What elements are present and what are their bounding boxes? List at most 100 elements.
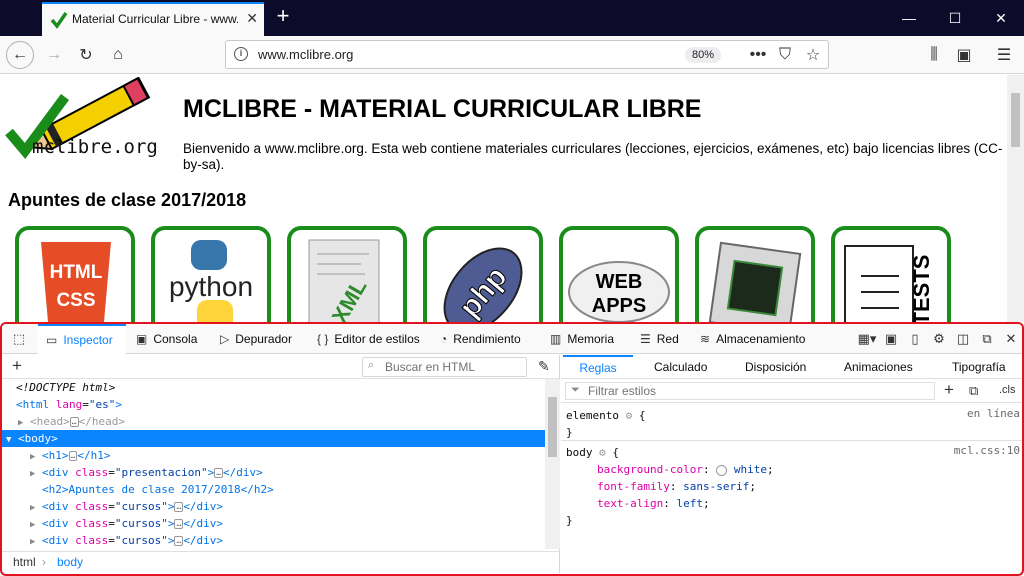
tab-inspector[interactable]: ▭ Inspector [38, 324, 126, 354]
course-xml[interactable]: XML [287, 226, 407, 322]
reload-icon[interactable]: ↻ [72, 41, 100, 69]
url-text: www.mclibre.org [258, 47, 354, 62]
tab-style-editor[interactable]: { } Editor de estilos [317, 324, 420, 354]
bookmark-star-icon[interactable]: ☆ [799, 41, 827, 69]
close-tab-icon[interactable]: ✕ [246, 10, 258, 27]
markup-line-doctype[interactable]: <!DOCTYPE html> [2, 379, 545, 396]
zoom-indicator[interactable]: 80% [685, 47, 721, 63]
svg-text:APPS: APPS [592, 295, 646, 317]
page-content: mclibre.org MCLIBRE - MATERIAL CURRICULA… [0, 75, 1024, 322]
checkmark-favicon-icon [50, 12, 68, 29]
declaration-font-family[interactable]: font-family: sans-serif; [566, 478, 756, 495]
eyedropper-icon[interactable]: ✎ [538, 358, 550, 375]
markup-line-div-cursos[interactable]: ▶ <div class="cursos">… </div> [2, 515, 545, 532]
search-icon: ⌕ [368, 359, 375, 371]
filter-styles-input[interactable]: Filtrar estilos [565, 382, 935, 400]
breadcrumb-html[interactable]: html [13, 552, 36, 572]
settings-gear-icon[interactable]: ⚙ [930, 330, 948, 348]
gauge-icon: ◔ [440, 332, 448, 346]
tab-fonts[interactable]: Tipografía [952, 355, 1006, 379]
pick-element-icon[interactable]: ⬚ [10, 330, 28, 348]
sidebar-tabs: Reglas Calculado Disposición Animaciones… [561, 355, 1022, 379]
sidebar-icon[interactable]: ▣ [950, 41, 978, 69]
page-scrollbar[interactable] [1007, 75, 1024, 322]
info-icon[interactable]: i [234, 47, 248, 61]
markup-scrollbar[interactable] [545, 379, 560, 549]
close-window-icon[interactable]: ✕ [978, 0, 1024, 36]
markup-line-html[interactable]: <html lang="es"> [2, 396, 545, 413]
markup-line-body[interactable]: ▼ <body> [2, 430, 545, 447]
forward-arrow-icon[interactable]: → [40, 41, 68, 69]
console-icon: ▣ [136, 332, 148, 346]
mclibre-logo: mclibre.org [5, 77, 158, 160]
rules-toolbar: Filtrar estilos ⏷ + ⧉ .cls [561, 379, 1022, 403]
undock-window-icon[interactable]: ⧉ [978, 330, 996, 348]
devtools-toolbar: ⬚ ▭ Inspector ▣ Consola ▷ Depurador { } Edit… [2, 324, 1022, 354]
browser-tab[interactable]: Material Curricular Libre - www.mclibre.… [42, 2, 264, 36]
tab-layout[interactable]: Disposición [745, 355, 806, 379]
rule-body-source[interactable]: mcl.css:10 [954, 444, 1020, 457]
tab-network[interactable]: ☰ Red [640, 324, 679, 354]
declaration-background-color[interactable]: background-color: white; [566, 461, 774, 478]
add-node-icon[interactable]: + [12, 356, 22, 376]
back-arrow-icon[interactable]: ← [6, 41, 34, 69]
python-logo-icon: python [169, 240, 253, 322]
url-bar[interactable]: i www.mclibre.org 80% ••• ⛉ ☆ [225, 40, 829, 69]
split-console-icon[interactable]: ▣ [882, 330, 900, 348]
rule-body-selector[interactable]: body ⚙ { [566, 444, 619, 461]
dock-side-icon[interactable]: ◫ [954, 330, 972, 348]
breadcrumb-body[interactable]: body [57, 552, 83, 572]
menu-icon[interactable]: ☰ [990, 41, 1018, 69]
pocket-icon[interactable]: ⛉ [771, 41, 799, 69]
search-html-input[interactable]: Buscar en HTML [362, 357, 527, 377]
tab-memory[interactable]: ▥ Memoria [550, 324, 614, 354]
toggle-pseudo-class-icon[interactable]: ⧉ [969, 383, 978, 399]
markup-line-head[interactable]: ▶ <head>… </head> [2, 413, 545, 430]
tab-computed[interactable]: Calculado [654, 355, 707, 379]
svg-text:CSS: CSS [56, 290, 95, 311]
tab-performance[interactable]: ◔ Rendimiento [440, 324, 521, 354]
maximize-icon[interactable]: ☐ [932, 0, 978, 36]
markup-line-div-cursos[interactable]: ▶ <div class="cursos">… </div> [2, 532, 545, 549]
rule-element-selector[interactable]: elemento ⚙ { [566, 407, 645, 424]
page-actions-icon[interactable]: ••• [744, 41, 772, 69]
frame-select-icon[interactable]: ▦▾ [854, 330, 880, 348]
tab-title: Material Curricular Libre - www.mclibre.… [72, 12, 238, 26]
markup-pane: + Buscar en HTML ⌕ ✎ <!DOCTYPE html> <ht… [2, 355, 560, 573]
add-rule-icon[interactable]: + [944, 380, 954, 400]
xml-document-icon: XML [308, 239, 380, 322]
cls-toggle[interactable]: .cls [999, 384, 1016, 396]
markup-toolbar: + Buscar en HTML ⌕ ✎ [2, 355, 560, 379]
new-tab-button[interactable]: + [270, 4, 296, 30]
tab-console[interactable]: ▣ Consola [136, 324, 197, 354]
course-tests[interactable]: TESTS [831, 226, 951, 322]
page-intro: Bienvenido a www.mclibre.org. Esta web c… [183, 141, 1003, 172]
responsive-design-icon[interactable]: ▯ [906, 330, 924, 348]
memory-icon: ▥ [550, 332, 562, 346]
rule-element-source[interactable]: en línea [967, 407, 1020, 420]
color-swatch-icon[interactable] [716, 464, 728, 476]
breadcrumb-separator-icon: › [42, 555, 46, 569]
tab-rules[interactable]: Reglas [563, 355, 633, 379]
course-web-apps[interactable]: WEB APPS [559, 226, 679, 322]
tab-storage[interactable]: ≋ Almacenamiento [700, 324, 805, 354]
tab-animations[interactable]: Animaciones [844, 355, 913, 379]
tab-debugger[interactable]: ▷ Depurador [220, 324, 292, 354]
markup-line-h2[interactable]: <h2>Apuntes de clase 2017/2018</h2> [2, 481, 545, 498]
library-icon[interactable]: ⫼ [920, 41, 948, 69]
devtools-panel: ⬚ ▭ Inspector ▣ Consola ▷ Depurador { } Edit… [0, 322, 1024, 576]
cpu-chip-icon [708, 241, 802, 322]
markup-line-div-presentacion[interactable]: ▶ <div class="presentacion">… </div> [2, 464, 545, 481]
home-icon[interactable]: ⌂ [104, 41, 132, 69]
markup-line-h1[interactable]: ▶ <h1>… </h1> [2, 447, 545, 464]
minimize-icon[interactable]: — [886, 0, 932, 36]
course-php[interactable]: php [423, 226, 543, 322]
breadcrumb: html › body [2, 551, 560, 573]
close-devtools-icon[interactable]: ✕ [1002, 330, 1020, 348]
markup-line-div-cursos[interactable]: ▶ <div class="cursos">… </div> [2, 498, 545, 515]
course-hardware[interactable] [695, 226, 815, 322]
declaration-text-align[interactable]: text-align: left; [566, 495, 710, 512]
storage-icon: ≋ [700, 332, 711, 346]
course-html-css[interactable]: HTML CSS [15, 226, 135, 322]
course-python[interactable]: python [151, 226, 271, 322]
